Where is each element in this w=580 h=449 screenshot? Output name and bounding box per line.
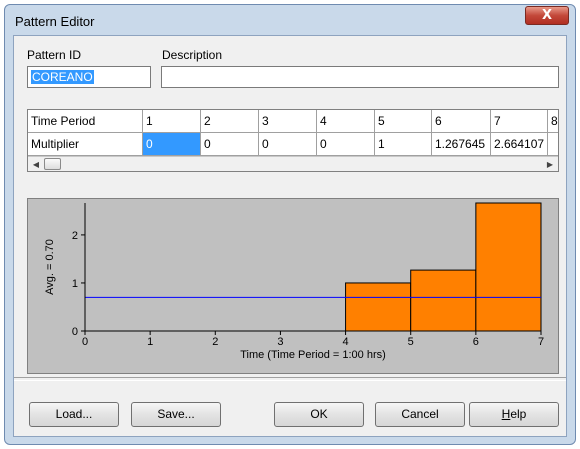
help-button[interactable]: Help	[469, 402, 559, 427]
pattern-chart: 0 1 2 3 4 5 6 7 0 1 2 Time (Time Period = 1:00 hrs)…	[27, 198, 559, 374]
pattern-grid: Time Period Multiplier 1 2 3 4 5 6 7 8 0…	[27, 109, 559, 172]
scroll-left-arrow-icon[interactable]: ◀	[30, 158, 42, 171]
help-mnemonic: H	[501, 407, 511, 421]
period-header-5: 5	[375, 110, 432, 133]
title-bar[interactable]: Pattern Editor X	[5, 5, 575, 35]
y-tick-label-0: 0	[72, 326, 78, 338]
window-title: Pattern Editor	[15, 14, 95, 29]
dialog-client-area: Pattern ID COREANO Description Time Peri…	[13, 35, 567, 437]
period-header-4: 4	[317, 110, 375, 133]
chart-bar-7	[475, 202, 542, 332]
help-label: Help	[501, 407, 527, 421]
pattern-id-field[interactable]: COREANO	[27, 66, 151, 88]
grid-horizontal-scrollbar[interactable]: ◀ ▶	[28, 156, 558, 171]
close-button[interactable]: X	[525, 6, 569, 25]
close-icon: X	[541, 8, 553, 23]
period-header-2: 2	[201, 110, 259, 133]
y-tick-label-1: 1	[72, 278, 78, 290]
y-axis-label: Avg. = 0.70	[44, 239, 56, 295]
multiplier-cell-6[interactable]: 1.267645	[432, 133, 491, 156]
x-tick-label-1: 1	[147, 336, 153, 348]
button-separator	[14, 377, 566, 381]
ok-button[interactable]: OK	[274, 402, 364, 427]
multiplier-cell-1[interactable]: 0	[143, 133, 201, 156]
scroll-thumb[interactable]	[44, 158, 61, 170]
pattern-id-value: COREANO	[31, 70, 94, 84]
time-period-header: Time Period	[28, 110, 143, 133]
scroll-right-arrow-icon[interactable]: ▶	[544, 158, 556, 171]
x-tick-label-3: 3	[277, 336, 283, 348]
load-button[interactable]: Load...	[29, 402, 119, 427]
x-tick-label-2: 2	[212, 336, 218, 348]
chart-svg: 0 1 2 3 4 5 6 7 0 1 2 Time (Time Period = 1:00 hrs)…	[44, 202, 544, 361]
chart-bar-5	[345, 282, 412, 332]
multiplier-cell-4[interactable]: 0	[317, 133, 375, 156]
period-header-1: 1	[143, 110, 201, 133]
x-tick-label-4: 4	[343, 336, 349, 348]
y-tick-label-2: 2	[72, 230, 78, 242]
multiplier-cell-2[interactable]: 0	[201, 133, 259, 156]
multiplier-cell-3[interactable]: 0	[259, 133, 317, 156]
x-tick-label-0: 0	[82, 336, 88, 348]
x-tick-label-7: 7	[538, 336, 544, 348]
period-header-3: 3	[259, 110, 317, 133]
period-header-6: 6	[432, 110, 491, 133]
x-axis-label: Time (Time Period = 1:00 hrs)	[240, 349, 386, 361]
pattern-editor-window: Pattern Editor X Pattern ID COREANO Desc…	[4, 4, 576, 445]
period-header-7: 7	[491, 110, 548, 133]
x-tick-label-6: 6	[473, 336, 479, 348]
x-tick-label-5: 5	[408, 336, 414, 348]
multiplier-cell-8[interactable]	[548, 133, 558, 156]
description-label: Description	[162, 48, 223, 62]
pattern-id-label: Pattern ID	[27, 48, 82, 62]
cancel-button[interactable]: Cancel	[375, 402, 465, 427]
multiplier-cell-5[interactable]: 1	[375, 133, 432, 156]
multiplier-header: Multiplier	[28, 133, 143, 156]
multiplier-cell-7[interactable]: 2.664107	[491, 133, 548, 156]
description-field[interactable]	[161, 66, 559, 88]
save-button[interactable]: Save...	[131, 402, 221, 427]
chart-bar-6	[410, 269, 477, 332]
period-header-8: 8	[548, 110, 558, 133]
